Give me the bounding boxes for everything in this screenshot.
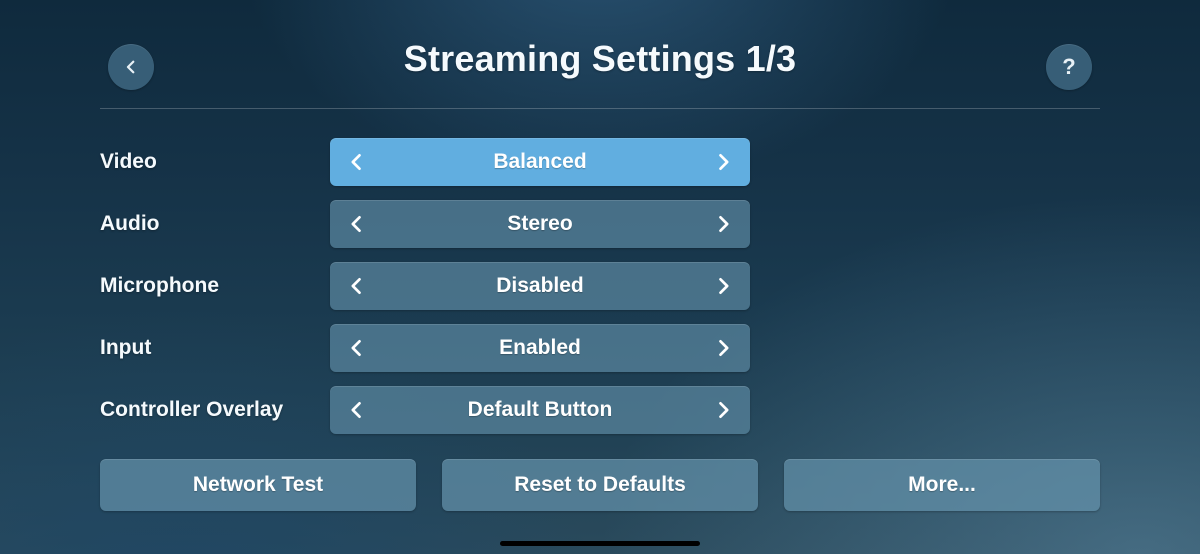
home-indicator bbox=[500, 541, 700, 546]
chevron-left-icon bbox=[347, 398, 367, 422]
chevron-right-icon bbox=[713, 398, 733, 422]
selector-next[interactable] bbox=[696, 386, 750, 434]
setting-row-video: Video Balanced bbox=[100, 131, 1100, 193]
chevron-left-icon bbox=[347, 150, 367, 174]
setting-value: Stereo bbox=[384, 212, 696, 236]
chevron-right-icon bbox=[713, 212, 733, 236]
setting-label: Audio bbox=[100, 212, 330, 236]
setting-value: Enabled bbox=[384, 336, 696, 360]
chevron-left-icon bbox=[122, 58, 140, 76]
header: Streaming Settings 1/3 ? bbox=[0, 0, 1200, 100]
chevron-right-icon bbox=[713, 150, 733, 174]
selector-prev[interactable] bbox=[330, 386, 384, 434]
setting-label: Video bbox=[100, 150, 330, 174]
network-test-button[interactable]: Network Test bbox=[100, 459, 416, 511]
chevron-left-icon bbox=[347, 336, 367, 360]
setting-selector-controller-overlay[interactable]: Default Button bbox=[330, 386, 750, 434]
setting-value: Disabled bbox=[384, 274, 696, 298]
selector-next[interactable] bbox=[696, 138, 750, 186]
selector-prev[interactable] bbox=[330, 262, 384, 310]
selector-next[interactable] bbox=[696, 262, 750, 310]
more-button[interactable]: More... bbox=[784, 459, 1100, 511]
help-button[interactable]: ? bbox=[1046, 44, 1092, 90]
chevron-right-icon bbox=[713, 274, 733, 298]
setting-row-input: Input Enabled bbox=[100, 317, 1100, 379]
setting-selector-microphone[interactable]: Disabled bbox=[330, 262, 750, 310]
setting-value: Default Button bbox=[384, 398, 696, 422]
settings-list: Video Balanced Audio Stereo Microphone bbox=[0, 109, 1200, 441]
footer: Network Test Reset to Defaults More... bbox=[0, 441, 1200, 511]
setting-selector-video[interactable]: Balanced bbox=[330, 138, 750, 186]
reset-defaults-button[interactable]: Reset to Defaults bbox=[442, 459, 758, 511]
selector-prev[interactable] bbox=[330, 200, 384, 248]
selector-next[interactable] bbox=[696, 200, 750, 248]
selector-next[interactable] bbox=[696, 324, 750, 372]
help-icon: ? bbox=[1062, 54, 1075, 80]
setting-row-controller-overlay: Controller Overlay Default Button bbox=[100, 379, 1100, 441]
selector-prev[interactable] bbox=[330, 138, 384, 186]
page-title: Streaming Settings 1/3 bbox=[404, 38, 797, 80]
chevron-right-icon bbox=[713, 336, 733, 360]
selector-prev[interactable] bbox=[330, 324, 384, 372]
setting-row-microphone: Microphone Disabled bbox=[100, 255, 1100, 317]
setting-label: Controller Overlay bbox=[100, 398, 330, 422]
setting-value: Balanced bbox=[384, 150, 696, 174]
chevron-left-icon bbox=[347, 212, 367, 236]
setting-row-audio: Audio Stereo bbox=[100, 193, 1100, 255]
back-button[interactable] bbox=[108, 44, 154, 90]
setting-label: Microphone bbox=[100, 274, 330, 298]
setting-selector-input[interactable]: Enabled bbox=[330, 324, 750, 372]
setting-selector-audio[interactable]: Stereo bbox=[330, 200, 750, 248]
setting-label: Input bbox=[100, 336, 330, 360]
chevron-left-icon bbox=[347, 274, 367, 298]
